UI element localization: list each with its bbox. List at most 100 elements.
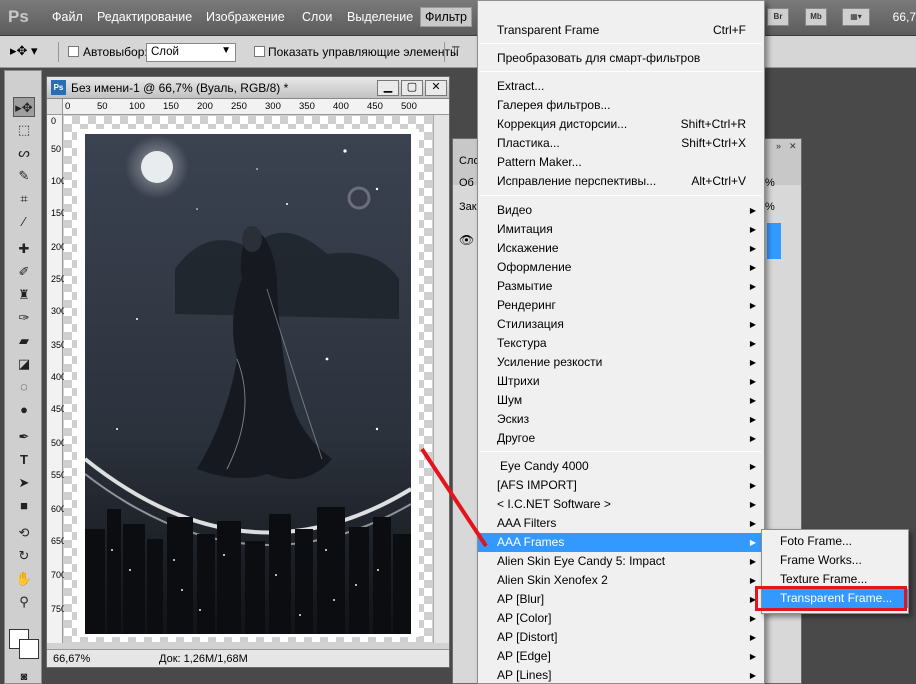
menu-layers[interactable]: Слои [302, 10, 332, 24]
options-bar: ▸✥ ▾ Автовыбор: Слой ▼ Показать управляю… [0, 36, 916, 68]
mini-bridge-icon[interactable]: Mb [805, 8, 827, 26]
menu-item-category-1[interactable]: Имитация ▶ [478, 220, 764, 239]
menu-item-plugin-2[interactable]: < I.C.NET Software > ▶ [478, 495, 764, 514]
menu-item-label: Шум [497, 393, 523, 407]
lasso-tool-icon[interactable]: ᔕ [13, 143, 35, 163]
menu-item-category-6[interactable]: Стилизация ▶ [478, 315, 764, 334]
status-doc-size[interactable]: Док: 1,26M/1,68M [159, 653, 248, 665]
zoom-level-top[interactable]: 66,7 [882, 10, 916, 24]
close-icon[interactable]: ✕ [789, 141, 799, 151]
gradient-tool-icon[interactable]: ◪ [13, 354, 35, 374]
vertical-scrollbar[interactable] [433, 115, 449, 643]
menu-item-plugin-11[interactable]: AP [Lines] ▶ [478, 666, 764, 684]
autoselect-target-select[interactable]: Слой ▼ [146, 43, 236, 62]
menu-edit[interactable]: Редактирование [97, 10, 192, 24]
menu-item-convert-smart[interactable]: Преобразовать для смарт-фильтров [478, 49, 764, 68]
align-top-icon[interactable]: ⫪ [452, 43, 459, 59]
bridge-icon[interactable]: Br [767, 8, 789, 26]
canvas-artwork[interactable] [77, 129, 419, 637]
menu-item-plugin-0[interactable]: Eye Candy 4000 ▶ [478, 457, 764, 476]
path-select-tool-icon[interactable]: ➤ [13, 473, 35, 493]
type-tool-icon[interactable]: T [13, 450, 35, 470]
submenu-item-0[interactable]: Foto Frame... [762, 532, 908, 551]
quick-mask-icon[interactable]: ◙ [13, 667, 35, 684]
horizontal-ruler[interactable]: 0 50 100 150 200 250 300 350 400 450 500 [63, 99, 449, 115]
menu-item-filter-1[interactable]: Галерея фильтров... [478, 96, 764, 115]
menu-item-plugin-6[interactable]: Alien Skin Xenofex 2 ▶ [478, 571, 764, 590]
menu-item-category-12[interactable]: Другое ▶ [478, 429, 764, 448]
menu-item-category-3[interactable]: Оформление ▶ [478, 258, 764, 277]
marquee-tool-icon[interactable]: ⬚ [13, 120, 35, 140]
collapse-icon[interactable]: » [776, 141, 786, 151]
menu-item-category-11[interactable]: Эскиз ▶ [478, 410, 764, 429]
submenu-arrow-icon: ▶ [749, 339, 756, 348]
eye-icon[interactable]: 👁 [459, 233, 474, 247]
history-brush-tool-icon[interactable]: ✑ [13, 308, 35, 328]
menu-item-plugin-3[interactable]: AAA Filters ▶ [478, 514, 764, 533]
pen-tool-icon[interactable]: ✒ [13, 427, 35, 447]
menu-item-plugin-8[interactable]: AP [Color] ▶ [478, 609, 764, 628]
menu-item-filter-2[interactable]: Коррекция дисторсии... Shift+Ctrl+R [478, 115, 764, 134]
submenu-arrow-icon: ▶ [749, 282, 756, 291]
menu-item-category-5[interactable]: Рендеринг ▶ [478, 296, 764, 315]
menu-item-label: Имитация [497, 222, 553, 236]
clone-stamp-tool-icon[interactable]: ♜ [13, 285, 35, 305]
3d-rotate-tool-icon[interactable]: ⟲ [13, 523, 35, 543]
menu-item-label: Преобразовать для смарт-фильтров [497, 51, 701, 65]
crop-tool-icon[interactable]: ⌗ [13, 189, 35, 209]
eyedropper-tool-icon[interactable]: ⁄ [13, 212, 35, 232]
menu-item-filter-5[interactable]: Исправление перспективы... Alt+Ctrl+V [478, 172, 764, 191]
opacity-fragment[interactable]: % [765, 177, 775, 189]
menu-item-plugin-1[interactable]: [AFS IMPORT] ▶ [478, 476, 764, 495]
menu-item-plugin-4[interactable]: AAA Frames ▶ [478, 533, 764, 552]
healing-brush-tool-icon[interactable]: ✚ [13, 239, 35, 259]
fill-fragment[interactable]: % [765, 201, 775, 213]
close-button[interactable]: ✕ [425, 80, 447, 96]
menu-image[interactable]: Изображение [206, 10, 285, 24]
brush-tool-icon[interactable]: ✐ [13, 262, 35, 282]
menu-item-category-0[interactable]: Видео ▶ [478, 201, 764, 220]
submenu-item-1[interactable]: Frame Works... [762, 551, 908, 570]
maximize-button[interactable]: ▢ [401, 80, 423, 96]
menu-item-category-7[interactable]: Текстура ▶ [478, 334, 764, 353]
menu-item-label: Стилизация [497, 317, 564, 331]
rectangle-tool-icon[interactable]: ■ [13, 496, 35, 516]
zoom-tool-icon[interactable]: ⚲ [13, 592, 35, 612]
ruler-origin[interactable] [47, 99, 63, 115]
3d-orbit-tool-icon[interactable]: ↻ [13, 546, 35, 566]
selected-layer-fragment[interactable] [767, 223, 781, 259]
menu-item-plugin-7[interactable]: AP [Blur] ▶ [478, 590, 764, 609]
move-tool-preset-icon[interactable]: ▸✥ ▾ [10, 43, 38, 59]
menu-item-category-4[interactable]: Размытие ▶ [478, 277, 764, 296]
menu-item-plugin-9[interactable]: AP [Distort] ▶ [478, 628, 764, 647]
move-tool-icon[interactable]: ▸✥ [13, 97, 35, 117]
menu-filter[interactable]: Фильтр [420, 7, 472, 27]
document-titlebar[interactable]: Ps Без имени-1 @ 66,7% (Вуаль, RGB/8) * … [47, 77, 449, 99]
menu-item-category-10[interactable]: Шум ▶ [478, 391, 764, 410]
menu-select[interactable]: Выделение [347, 10, 413, 24]
dodge-tool-icon[interactable]: ● [13, 400, 35, 420]
background-color-swatch[interactable] [19, 639, 39, 659]
minimize-button[interactable]: ▁ [377, 80, 399, 96]
menu-item-plugin-5[interactable]: Alien Skin Eye Candy 5: Impact ▶ [478, 552, 764, 571]
blur-tool-icon[interactable]: ◌ [13, 377, 35, 397]
show-controls-checkbox[interactable] [254, 46, 265, 57]
menu-item-filter-4[interactable]: Pattern Maker... [478, 153, 764, 172]
menu-file[interactable]: Файл [52, 10, 83, 24]
menu-item-filter-0[interactable]: Extract... [478, 77, 764, 96]
menu-item-filter-3[interactable]: Пластика... Shift+Ctrl+X [478, 134, 764, 153]
blend-mode-fragment[interactable]: Об [459, 177, 474, 189]
menu-item-plugin-10[interactable]: AP [Edge] ▶ [478, 647, 764, 666]
vertical-ruler[interactable]: 0 50 100 150 200 250 300 350 400 450 500… [47, 115, 66, 643]
menu-item-category-9[interactable]: Штрихи ▶ [478, 372, 764, 391]
menu-item-category-2[interactable]: Искажение ▶ [478, 239, 764, 258]
quick-select-tool-icon[interactable]: ✎ [13, 166, 35, 186]
eraser-tool-icon[interactable]: ▰ [13, 331, 35, 351]
autoselect-label: Автовыбор: [83, 45, 148, 59]
autoselect-checkbox[interactable] [68, 46, 79, 57]
menu-item-last-filter[interactable]: Transparent Frame Ctrl+F [478, 21, 764, 40]
view-extras-icon[interactable]: ▦▾ [842, 8, 870, 26]
menu-item-category-8[interactable]: Усиление резкости ▶ [478, 353, 764, 372]
status-zoom-value[interactable]: 66,67% [53, 653, 90, 665]
hand-tool-icon[interactable]: ✋ [13, 569, 35, 589]
